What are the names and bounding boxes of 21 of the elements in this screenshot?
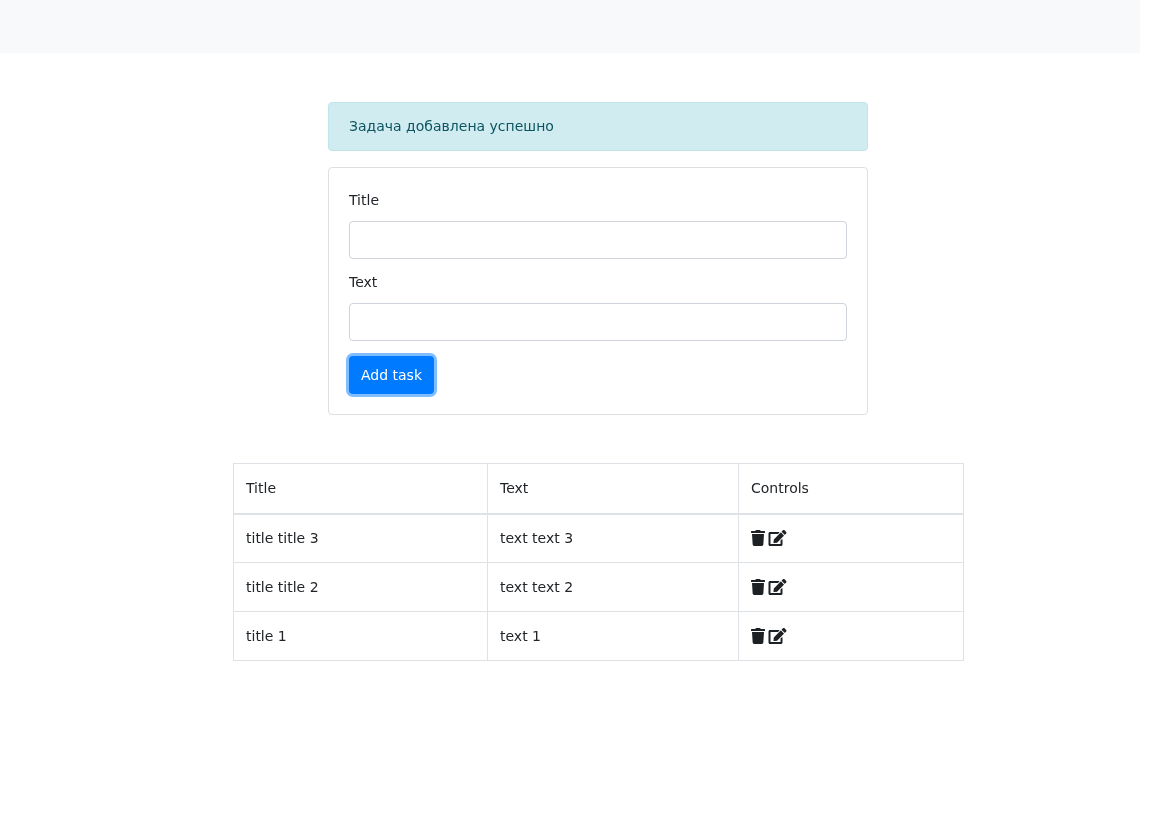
edit-icon[interactable] bbox=[768, 579, 787, 595]
column-header: Text bbox=[487, 463, 739, 514]
column-header: Controls bbox=[738, 463, 964, 514]
add-task-button[interactable]: Add task bbox=[349, 356, 435, 394]
table-cell: text text 2 bbox=[487, 562, 739, 612]
field-label: Title bbox=[349, 191, 380, 210]
edit-icon[interactable] bbox=[768, 628, 787, 644]
table-cell: text text 3 bbox=[487, 513, 739, 563]
field-label: Text bbox=[349, 273, 379, 292]
text-input-field[interactable] bbox=[349, 221, 847, 259]
success-alert: Задача добавлена успешно bbox=[328, 102, 868, 151]
edit-icon[interactable] bbox=[768, 530, 787, 547]
column-header: Title bbox=[233, 463, 488, 514]
text-input-field[interactable] bbox=[349, 303, 847, 341]
table-cell: title 1 bbox=[233, 611, 488, 661]
trash-icon[interactable] bbox=[751, 628, 765, 644]
trash-icon[interactable] bbox=[751, 530, 765, 547]
table-cell: text 1 bbox=[487, 611, 739, 661]
table-cell: title title 3 bbox=[233, 513, 488, 563]
trash-icon[interactable] bbox=[751, 579, 765, 595]
table-cell: title title 2 bbox=[233, 562, 488, 612]
